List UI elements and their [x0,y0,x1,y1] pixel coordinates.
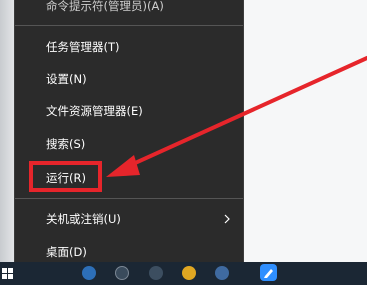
sticky-notes-icon[interactable] [260,264,277,281]
taskbar-app-icon[interactable] [115,266,129,280]
run-highlight-box [29,161,102,192]
desktop-right-area [237,0,367,262]
menu-separator [15,198,243,199]
menu-item-label: 关机或注销(U) [46,212,121,226]
menu-item-file-explorer[interactable]: 文件资源管理器(E) [15,99,243,123]
chevron-right-icon [224,214,230,224]
taskbar-app-icon[interactable] [82,266,96,280]
windows-start-icon[interactable] [0,262,16,285]
pencil-icon [264,269,273,278]
menu-item-search[interactable]: 搜索(S) [15,132,243,156]
menu-separator [15,25,243,26]
menu-item-settings[interactable]: 设置(N) [15,67,243,91]
taskbar-app-icon[interactable] [149,266,163,280]
menu-item-task-manager[interactable]: 任务管理器(T) [15,35,243,59]
menu-item-shutdown-signout[interactable]: 关机或注销(U) [15,207,243,231]
taskbar-app-icon[interactable] [215,266,229,280]
menu-item-command-prompt-admin[interactable]: 命令提示符(管理员)(A) [15,0,243,18]
menu-item-desktop[interactable]: 桌面(D) [15,240,243,264]
taskbar-app-icon[interactable] [182,266,196,280]
power-user-menu: 命令提示符(管理员)(A) 任务管理器(T) 设置(N) 文件资源管理器(E) … [14,0,244,273]
